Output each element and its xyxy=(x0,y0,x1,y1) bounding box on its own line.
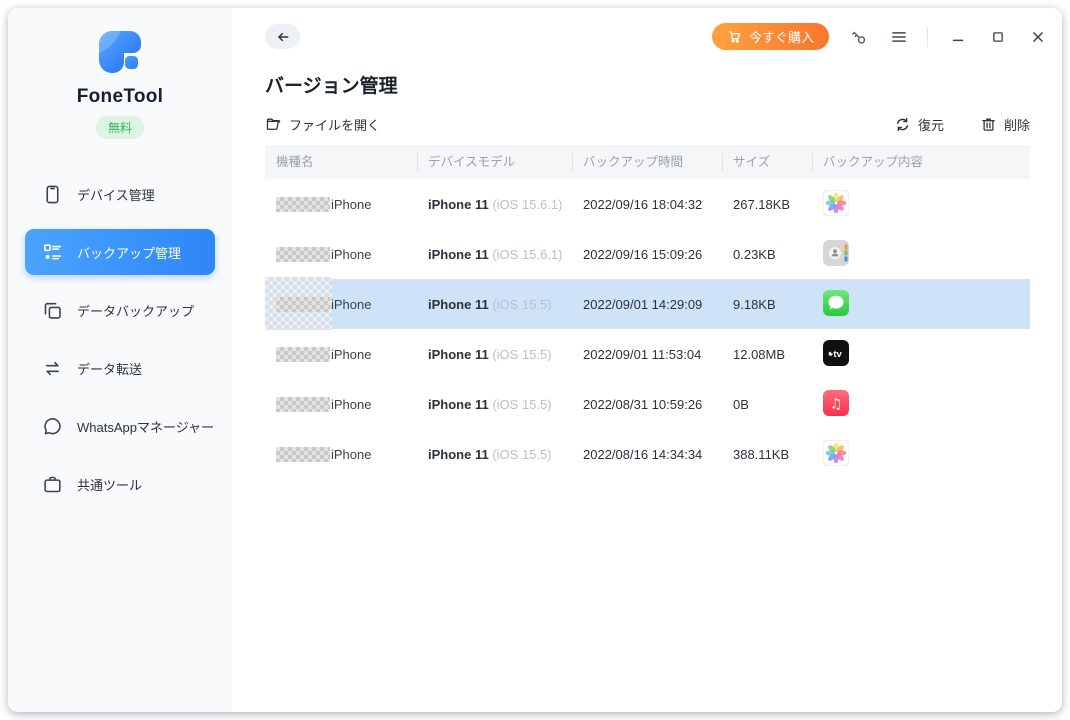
sidebar-item-label: データ転送 xyxy=(77,359,142,378)
sidebar-item-label: WhatsAppマネージャー xyxy=(77,417,214,436)
data-backup-icon xyxy=(42,300,63,321)
app-window: FoneTool 無料 デバイス管理 バックアップ管理 データバックアップ デー… xyxy=(8,8,1062,712)
logo-area: FoneTool 無料 xyxy=(8,8,232,139)
backup-manage-icon xyxy=(42,242,63,263)
music-app-icon: ♫ xyxy=(823,390,849,416)
common-tools-icon xyxy=(42,474,63,495)
blurred-device-name xyxy=(276,397,330,412)
main-panel: 今すぐ購入 バージョン管理 xyxy=(232,8,1062,712)
table-row[interactable]: iPhone iPhone 11 (iOS 15.5) 2022/09/01 1… xyxy=(265,279,1030,329)
delete-label: 削除 xyxy=(1004,115,1030,134)
sidebar-item-5[interactable]: 共通ツール xyxy=(25,461,215,507)
sidebar-item-3[interactable]: データ転送 xyxy=(25,345,215,391)
right-actions: 復元 削除 xyxy=(894,115,1030,134)
close-button[interactable] xyxy=(1028,27,1048,47)
app-title: FoneTool xyxy=(8,86,232,108)
menu-icon[interactable] xyxy=(889,27,909,47)
table-row[interactable]: iPhone iPhone 11 (iOS 15.6.1) 2022/09/16… xyxy=(265,229,1030,279)
topbar-right: 今すぐ購入 xyxy=(712,23,1048,50)
restore-refresh-icon xyxy=(894,116,911,133)
topbar-divider xyxy=(927,27,928,47)
svg-text:♫: ♫ xyxy=(830,396,843,412)
register-key-icon[interactable] xyxy=(849,27,869,47)
blurred-device-name xyxy=(276,447,330,462)
table-row[interactable]: iPhone iPhone 11 (iOS 15.6.1) 2022/09/16… xyxy=(265,179,1030,229)
blurred-device-name xyxy=(276,347,330,362)
restore-label: 復元 xyxy=(918,115,944,134)
free-badge: 無料 xyxy=(96,116,144,139)
svg-text:tv: tv xyxy=(833,349,842,360)
contacts-app-icon xyxy=(823,240,849,266)
sidebar-item-4[interactable]: WhatsAppマネージャー xyxy=(25,403,215,449)
table-body: iPhone iPhone 11 (iOS 15.6.1) 2022/09/16… xyxy=(265,179,1030,479)
column-header: デバイスモデル xyxy=(417,145,572,179)
backup-table: 機種名デバイスモデルバックアップ時間サイズバックアップ内容 iPhone iPh… xyxy=(265,145,1030,479)
column-header: バックアップ時間 xyxy=(572,145,722,179)
maximize-button[interactable] xyxy=(988,27,1008,47)
sidebar-item-label: デバイス管理 xyxy=(77,185,155,204)
back-button[interactable] xyxy=(265,24,300,49)
sidebar-item-label: 共通ツール xyxy=(77,475,142,494)
sidebar-item-label: バックアップ管理 xyxy=(77,243,181,262)
cart-icon xyxy=(727,29,742,44)
trash-icon xyxy=(980,116,997,133)
column-header: サイズ xyxy=(722,145,812,179)
column-header: バックアップ内容 xyxy=(812,145,1030,179)
open-file-button[interactable]: ファイルを開く xyxy=(265,115,380,134)
folder-icon xyxy=(265,116,282,133)
blurred-device-name xyxy=(276,247,330,262)
data-transfer-icon xyxy=(42,358,63,379)
open-file-label: ファイルを開く xyxy=(289,115,380,134)
sidebar-item-label: データバックアップ xyxy=(77,301,194,320)
topbar: 今すぐ購入 xyxy=(232,8,1062,50)
sidebar-item-0[interactable]: デバイス管理 xyxy=(25,171,215,217)
page-title: バージョン管理 xyxy=(265,71,1062,98)
fonetool-logo-icon xyxy=(95,27,145,77)
back-arrow-icon xyxy=(275,29,291,45)
sidebar-item-2[interactable]: データバックアップ xyxy=(25,287,215,333)
sidebar-item-1[interactable]: バックアップ管理 xyxy=(25,229,215,275)
table-row[interactable]: iPhone iPhone 11 (iOS 15.5) 2022/08/31 1… xyxy=(265,379,1030,429)
messages-app-icon xyxy=(823,290,849,316)
table-row[interactable]: iPhone iPhone 11 (iOS 15.5) 2022/09/01 1… xyxy=(265,329,1030,379)
buy-now-label: 今すぐ購入 xyxy=(749,27,814,46)
table-row[interactable]: iPhone iPhone 11 (iOS 15.5) 2022/08/16 1… xyxy=(265,429,1030,479)
sidebar-nav: デバイス管理 バックアップ管理 データバックアップ データ転送 WhatsApp… xyxy=(8,171,232,507)
blurred-device-name xyxy=(276,297,330,312)
actions-row: ファイルを開く 復元 削除 xyxy=(265,115,1030,134)
device-icon xyxy=(42,184,63,205)
blurred-device-name xyxy=(276,197,330,212)
column-header: 機種名 xyxy=(265,145,417,179)
restore-button[interactable]: 復元 xyxy=(894,115,944,134)
table-header: 機種名デバイスモデルバックアップ時間サイズバックアップ内容 xyxy=(265,145,1030,179)
photos-app-icon xyxy=(823,440,849,466)
tv-app-icon: tv xyxy=(823,340,849,366)
whatsapp-icon xyxy=(42,416,63,437)
delete-button[interactable]: 削除 xyxy=(980,115,1030,134)
minimize-button[interactable] xyxy=(948,27,968,47)
photos-app-icon xyxy=(823,190,849,216)
sidebar: FoneTool 無料 デバイス管理 バックアップ管理 データバックアップ デー… xyxy=(8,8,232,712)
buy-now-button[interactable]: 今すぐ購入 xyxy=(712,23,829,50)
